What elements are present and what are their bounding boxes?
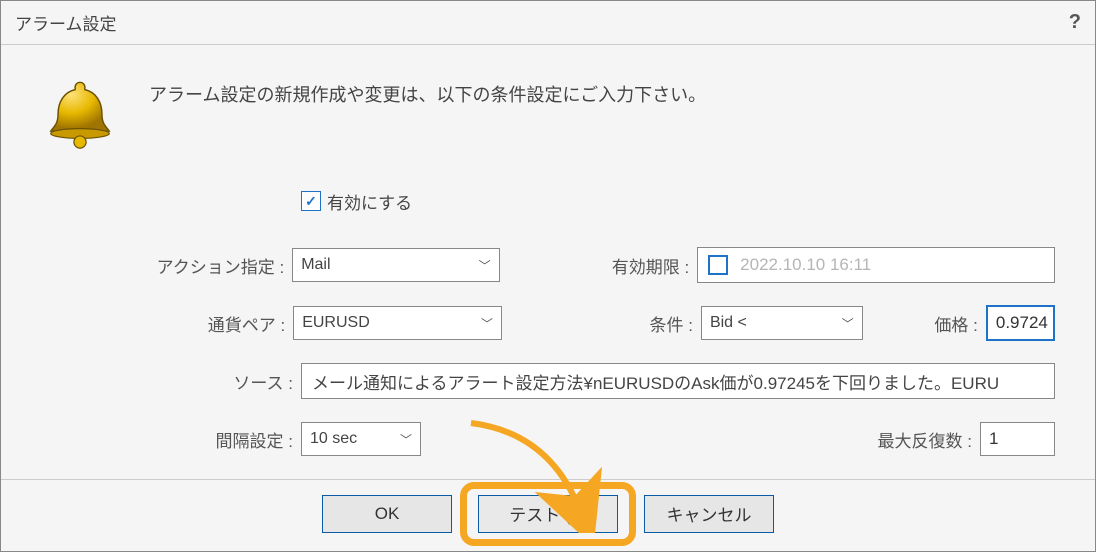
source-label: ソース : — [151, 369, 301, 394]
condition-value: Bid < — [710, 314, 747, 332]
cancel-button[interactable]: キャンセル — [644, 495, 774, 533]
interval-value: 10 sec — [310, 430, 357, 448]
symbol-label: 通貨ペア : — [151, 311, 293, 336]
symbol-select[interactable]: EURUSD ﹀ — [293, 306, 502, 340]
ok-button[interactable]: OK — [322, 495, 452, 533]
titlebar: アラーム設定 ? — [1, 1, 1095, 45]
price-label: 価格 : — [863, 311, 986, 336]
enable-label: 有効にする — [327, 189, 412, 214]
price-value: 0.9724 — [996, 313, 1048, 333]
interval-select[interactable]: 10 sec ﹀ — [301, 422, 421, 456]
alarm-settings-dialog: アラーム設定 ? アラーム設定の新規作成や変更は、以下の条件設定にご入力下さい。 — [0, 0, 1096, 552]
expiry-value: 2022.10.10 16:11 — [740, 255, 871, 275]
interval-label: 間隔設定 : — [151, 427, 301, 452]
enable-checkbox[interactable]: 有効にする — [301, 189, 412, 214]
help-button[interactable]: ? — [1069, 11, 1081, 34]
action-select[interactable]: Mail ﹀ — [292, 248, 499, 282]
action-label: アクション指定 : — [151, 253, 292, 278]
button-row: OK テスト (T) キャンセル — [1, 479, 1095, 547]
condition-label: 条件 : — [502, 311, 701, 336]
expiry-field[interactable]: 2022.10.10 16:11 — [697, 247, 1055, 283]
price-input[interactable]: 0.9724 — [986, 305, 1055, 341]
expiry-checkbox[interactable] — [708, 255, 728, 275]
test-button-label: テスト (T) — [509, 501, 586, 526]
bell-icon — [41, 75, 119, 153]
maxrep-value: 1 — [989, 429, 998, 449]
form-area: 有効にする アクション指定 : Mail ﹀ 有効期限 : 2022.10.10… — [151, 183, 1055, 457]
condition-select[interactable]: Bid < ﹀ — [701, 306, 863, 340]
action-value: Mail — [301, 256, 330, 274]
chevron-down-icon: ﹀ — [479, 257, 491, 274]
chevron-down-icon: ﹀ — [481, 315, 493, 332]
symbol-value: EURUSD — [302, 314, 370, 332]
maxrep-label: 最大反復数 : — [830, 427, 980, 452]
maxrep-input[interactable]: 1 — [980, 422, 1055, 456]
checkbox-icon — [301, 191, 321, 211]
chevron-down-icon: ﹀ — [400, 431, 412, 448]
source-input[interactable]: メール通知によるアラート設定方法¥nEURUSDのAsk価が0.97245を下回… — [301, 363, 1055, 399]
source-value: メール通知によるアラート設定方法¥nEURUSDのAsk価が0.97245を下回… — [312, 369, 999, 394]
expiry-label: 有効期限 : — [500, 253, 697, 278]
chevron-down-icon: ﹀ — [842, 315, 854, 332]
intro-text: アラーム設定の新規作成や変更は、以下の条件設定にご入力下さい。 — [149, 75, 706, 107]
dialog-content: アラーム設定の新規作成や変更は、以下の条件設定にご入力下さい。 有効にする アク… — [1, 45, 1095, 457]
dialog-title: アラーム設定 — [15, 10, 117, 35]
test-button[interactable]: テスト (T) — [478, 495, 618, 533]
